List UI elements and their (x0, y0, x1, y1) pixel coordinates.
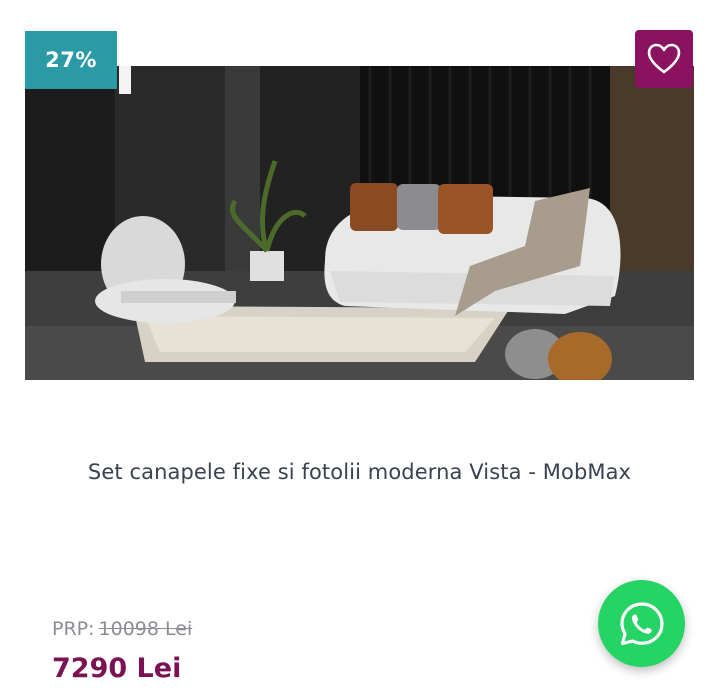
discount-badge: 27% (25, 31, 117, 89)
original-price-label: PRP: (52, 618, 95, 640)
heart-outline-icon (647, 43, 681, 74)
product-image[interactable] (25, 66, 694, 380)
original-price-row: PRP: 10098 Lei (52, 618, 192, 640)
original-price-value: 10098 Lei (98, 618, 193, 640)
current-price: 7290 Lei (52, 653, 182, 684)
wishlist-button[interactable] (635, 30, 693, 88)
product-card: 27% Set canapele fixe si fotolii moderna… (0, 0, 719, 700)
whatsapp-chat-button[interactable] (598, 580, 685, 667)
whatsapp-icon (619, 601, 664, 645)
product-title[interactable]: Set canapele fixe si fotolii moderna Vis… (0, 460, 719, 484)
sofa-set-photo (25, 66, 694, 380)
